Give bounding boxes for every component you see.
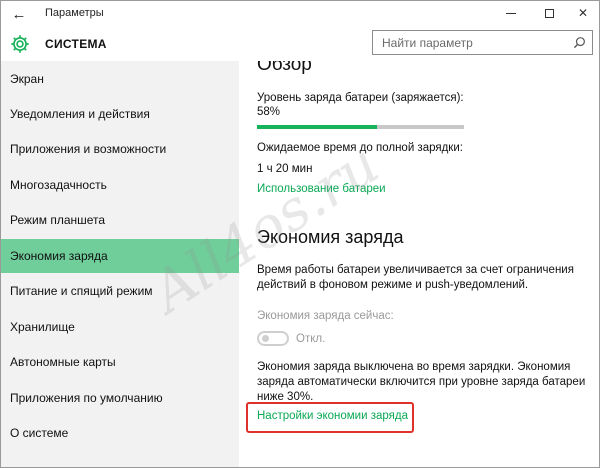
page-title: СИСТЕМА [45,37,107,51]
search-icon[interactable] [573,36,586,49]
sidebar-item-label: Многозадачность [10,178,107,192]
gear-icon [11,35,29,53]
minimize-button[interactable] [495,1,527,25]
settings-window: ← Параметры ✕ СИСТЕМА Найти параметр Экр… [0,0,600,468]
sidebar-item-label: Экономия заряда [10,249,108,263]
sidebar-item-label: Питание и спящий режим [10,284,153,298]
sidebar-item-label: Хранилище [10,320,75,334]
minimize-icon [506,12,516,14]
sidebar-item-apps[interactable]: Приложения и возможности [1,132,239,166]
sidebar-item-label: Режим планшета [10,213,106,227]
maximize-button[interactable] [533,1,565,25]
back-button[interactable]: ← [7,3,31,25]
toggle-state-label: Откл. [296,333,326,345]
sidebar-item-label: Экран [10,72,44,86]
battery-saver-heading: Экономия заряда [257,227,404,247]
sidebar-item-storage[interactable]: Хранилище [1,310,239,344]
saver-now-label: Экономия заряда сейчас: [257,310,394,322]
saver-note-line2: заряда автоматически включится при уровн… [257,376,586,388]
sidebar-item-default-apps[interactable]: Приложения по умолчанию [1,381,239,415]
charge-time-value: 1 ч 20 мин [257,163,313,175]
sidebar-item-label: О системе [10,426,69,440]
sidebar-item-display[interactable]: Экран [1,62,239,96]
window-title: Параметры [45,7,104,19]
search-input[interactable] [373,31,569,54]
battery-level-fill [257,125,378,129]
sidebar-item-offline-maps[interactable]: Автономные карты [1,345,239,379]
search-box[interactable] [372,30,593,55]
toggle-knob [262,335,269,342]
sidebar-item-about[interactable]: О системе [1,416,239,450]
maximize-icon [544,8,554,18]
charge-time-label: Ожидаемое время до полной зарядки: [257,142,463,154]
title-bar: ← Параметры ✕ [1,1,599,27]
battery-usage-link[interactable]: Использование батареи [257,183,386,195]
sidebar-item-label: Приложения по умолчанию [10,391,163,405]
back-arrow-icon: ← [11,5,27,23]
battery-level-value: 58% [257,106,281,118]
overview-heading: Обзор [257,61,312,75]
close-icon: ✕ [577,6,589,20]
battery-level-label: Уровень заряда батареи (заряжается): [257,92,464,104]
highlight-box [246,402,414,433]
sidebar-item-battery-saver[interactable]: Экономия заряда [1,239,239,273]
sidebar-item-multitasking[interactable]: Многозадачность [1,168,239,202]
battery-level-bar [257,125,464,129]
page-header: СИСТЕМА [1,27,599,61]
saver-description-line1: Время работы батареи увеличивается за сч… [257,264,574,276]
close-button[interactable]: ✕ [567,1,599,25]
sidebar-item-label: Приложения и возможности [10,142,167,156]
sidebar-item-notifications[interactable]: Уведомления и действия [1,97,239,131]
saver-note-line1: Экономия заряда выключена во время заряд… [257,361,571,373]
content-pane: Обзор Уровень заряда батареи (заряжается… [239,61,599,467]
saver-description-line2: действий в фоновом режиме и push-уведомл… [257,279,529,291]
sidebar-item-label: Автономные карты [10,355,116,369]
sidebar-item-power-sleep[interactable]: Питание и спящий режим [1,274,239,308]
sidebar: Экран Уведомления и действия Приложения … [1,61,239,467]
sidebar-item-label: Уведомления и действия [10,107,150,121]
sidebar-item-tablet-mode[interactable]: Режим планшета [1,203,239,237]
battery-saver-toggle[interactable] [257,331,289,346]
